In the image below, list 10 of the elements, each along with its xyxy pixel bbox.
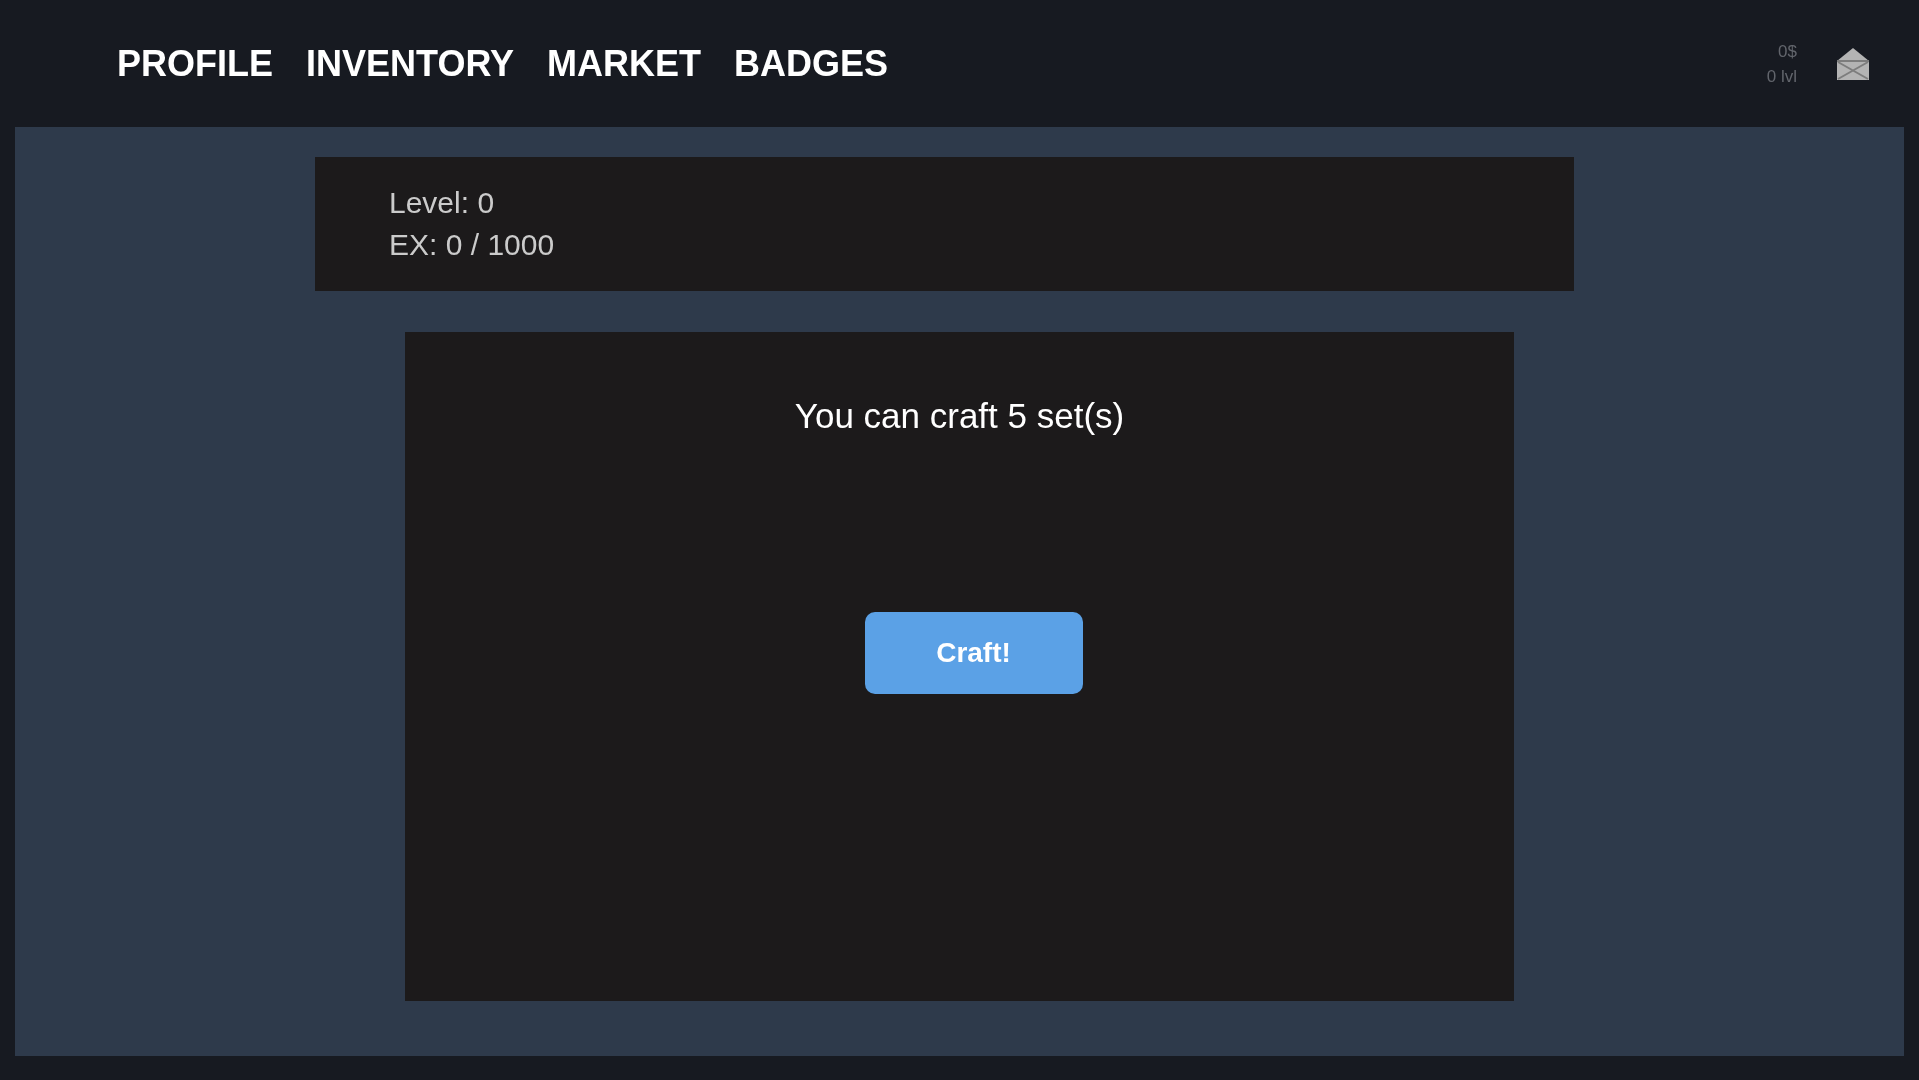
nav-link[interactable]: PROFILE: [117, 45, 273, 82]
balance-text: 0$: [1778, 42, 1797, 60]
experience-label: EX: 0 / 1000: [389, 230, 555, 260]
nav-link[interactable]: BADGES: [734, 45, 889, 82]
nav-link[interactable]: MARKET: [547, 45, 702, 82]
nav-link[interactable]: INVENTORY: [306, 45, 515, 82]
level-label: Level: 0: [389, 188, 495, 218]
level-text: 0 lvl: [1766, 67, 1797, 85]
craft-message: You can craft 5 set(s): [794, 398, 1125, 433]
envelope-icon[interactable]: [1837, 47, 1869, 80]
